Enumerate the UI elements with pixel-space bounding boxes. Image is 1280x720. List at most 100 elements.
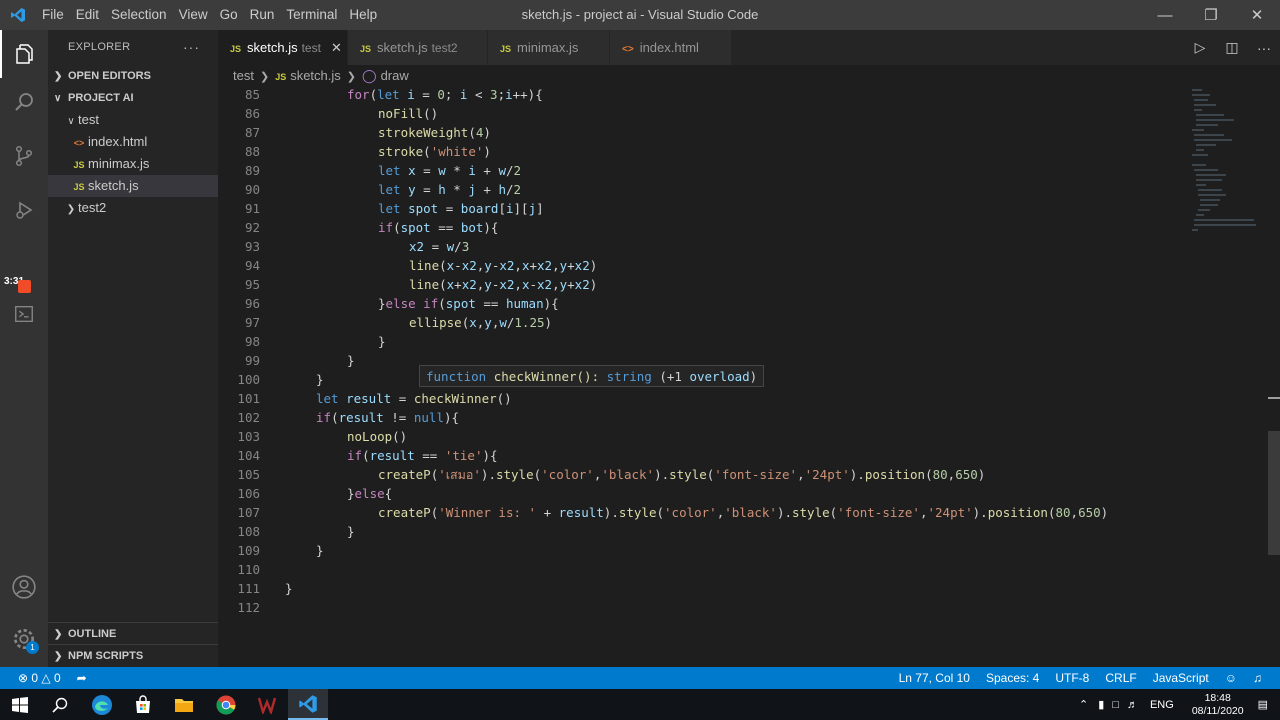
breadcrumb-symbol[interactable]: draw xyxy=(381,68,409,83)
menu-go[interactable]: Go xyxy=(214,0,244,30)
code-line: 103 noLoop() xyxy=(237,429,408,444)
file-label: minimax.js xyxy=(88,156,150,171)
menu-terminal[interactable]: Terminal xyxy=(280,0,343,30)
code-line: 94 line(x-x2,y-x2,x+x2,y+x2) xyxy=(244,258,598,273)
clock-date: 08/11/2020 xyxy=(1191,704,1244,717)
search-icon[interactable] xyxy=(0,78,48,126)
npm-scripts-section[interactable]: ❯ NPM SCRIPTS xyxy=(48,644,218,667)
store-icon[interactable] xyxy=(123,689,163,720)
notifications-bell-icon[interactable]: ♫ xyxy=(1253,667,1262,689)
activity-bar: 3:31 1 xyxy=(0,30,48,667)
folder-test-label: test xyxy=(78,112,99,127)
menu-file[interactable]: File xyxy=(36,0,70,30)
tab-index-html[interactable]: <> index.html xyxy=(610,30,732,65)
indentation[interactable]: Spaces: 4 xyxy=(986,667,1039,689)
run-icon[interactable]: ▷ xyxy=(1184,39,1216,56)
vscode-taskbar-icon[interactable] xyxy=(288,689,328,720)
code-line: 107 createP('Winner is: ' + result).style… xyxy=(237,505,1109,520)
code-editor[interactable]: 85 for(let i = 0; i < 3;i++){ 86 noFill() … xyxy=(218,87,1280,667)
breadcrumb-file[interactable]: sketch.js xyxy=(290,68,341,83)
network-icon[interactable]: □ xyxy=(1112,699,1119,711)
code-line: 95 line(x+x2,y-x2,x-x2,y+x2) xyxy=(244,277,598,292)
folder-test2[interactable]: ❯ test2 xyxy=(48,197,218,219)
title-bar: File Edit Selection View Go Run Terminal… xyxy=(0,0,1280,30)
tab-description: test xyxy=(301,41,321,55)
file-label: sketch.js xyxy=(88,178,139,193)
outline-label: OUTLINE xyxy=(68,628,117,640)
code-line: 85 for(let i = 0; i < 3;i++){ xyxy=(244,87,543,102)
feedback-icon[interactable]: ☺ xyxy=(1225,667,1237,689)
tab-label: minimax.js xyxy=(517,40,579,55)
remote-explorer-icon[interactable] xyxy=(0,290,48,338)
method-icon: ◯ xyxy=(362,68,377,83)
code-line: 87 strokeWeight(4) xyxy=(244,125,491,140)
code-line: 110 xyxy=(237,562,260,577)
restore-icon[interactable]: ❐ xyxy=(1188,0,1234,30)
encoding[interactable]: UTF-8 xyxy=(1055,667,1089,689)
live-share-icon[interactable]: ➦ xyxy=(77,667,87,689)
input-language[interactable]: ENG xyxy=(1150,699,1174,711)
close-tab-icon[interactable]: ✕ xyxy=(331,40,342,55)
notification-center-icon[interactable]: ▤ xyxy=(1258,698,1268,711)
account-icon[interactable] xyxy=(0,563,48,611)
menu-run[interactable]: Run xyxy=(244,0,281,30)
warning-count: 0 xyxy=(53,671,61,685)
tab-label: sketch.js xyxy=(377,40,428,55)
show-hidden-icons-icon[interactable]: ⌃ xyxy=(1079,698,1088,711)
file-sketch-js[interactable]: JS sketch.js xyxy=(48,175,218,197)
clock-time: 18:48 xyxy=(1204,691,1231,704)
file-explorer-icon[interactable] xyxy=(164,689,204,720)
tab-sketch-test2[interactable]: JS sketch.js test2 xyxy=(348,30,488,65)
code-line: 92 if(spot == bot){ xyxy=(244,220,499,235)
volume-icon[interactable]: ♬ xyxy=(1127,699,1138,711)
end-of-line[interactable]: CRLF xyxy=(1105,667,1136,689)
scrollbar-cursor-marker xyxy=(1268,397,1280,399)
js-file-icon: JS xyxy=(230,44,242,54)
menu-help[interactable]: Help xyxy=(343,0,383,30)
project-section[interactable]: ∨ PROJECT AI xyxy=(48,87,218,109)
file-minimax-js[interactable]: JS minimax.js xyxy=(48,153,218,175)
menu-bar: File Edit Selection View Go Run Terminal… xyxy=(36,0,383,30)
more-actions-icon[interactable]: ··· xyxy=(1248,40,1280,56)
explorer-icon[interactable] xyxy=(0,30,48,78)
file-index-html[interactable]: <> index.html xyxy=(48,131,218,153)
minimap[interactable] xyxy=(1190,87,1270,237)
source-control-icon[interactable] xyxy=(0,132,48,180)
tab-description: test2 xyxy=(431,41,458,55)
outline-section[interactable]: ❯ OUTLINE xyxy=(48,622,218,645)
npm-scripts-label: NPM SCRIPTS xyxy=(68,650,144,662)
close-window-icon[interactable]: ✕ xyxy=(1234,0,1280,30)
vertical-scrollbar[interactable] xyxy=(1268,431,1280,555)
manage-gear-icon[interactable]: 1 xyxy=(0,615,48,663)
breadcrumb: test ❯ JS sketch.js ❯ ◯ draw xyxy=(218,65,1280,87)
chevron-right-icon: ❯ xyxy=(54,629,63,640)
run-debug-icon[interactable] xyxy=(0,186,48,234)
js-file-icon: JS xyxy=(73,182,85,192)
menu-view[interactable]: View xyxy=(173,0,214,30)
minimize-icon[interactable]: — xyxy=(1142,0,1188,30)
breadcrumb-folder[interactable]: test xyxy=(233,68,254,83)
edge-browser-icon[interactable] xyxy=(82,689,122,720)
game-app-icon[interactable] xyxy=(247,689,287,720)
windows-start-icon[interactable] xyxy=(0,689,40,720)
split-editor-icon[interactable]: ◫ xyxy=(1216,39,1248,56)
code-line: 88 stroke('white') xyxy=(244,144,491,159)
menu-selection[interactable]: Selection xyxy=(105,0,173,30)
open-editors-section[interactable]: ❯ OPEN EDITORS xyxy=(48,65,218,87)
menu-edit[interactable]: Edit xyxy=(70,0,105,30)
problems-indicator[interactable]: ⊗ 0 △ 0 xyxy=(18,667,61,689)
battery-icon[interactable]: ▮ xyxy=(1098,698,1104,711)
explorer-header: EXPLORER ··· xyxy=(48,30,218,65)
editor-tabs: JS sketch.js test ✕ JS sketch.js test2 JS mini… xyxy=(218,30,1280,65)
more-actions-icon[interactable]: ··· xyxy=(183,30,200,65)
tab-minimax[interactable]: JS minimax.js xyxy=(488,30,610,65)
chevron-right-icon: ❯ xyxy=(66,204,76,215)
update-badge: 1 xyxy=(26,641,39,654)
language-mode[interactable]: JavaScript xyxy=(1153,667,1209,689)
clock[interactable]: 18:48 08/11/2020 xyxy=(1192,692,1244,718)
cursor-position[interactable]: Ln 77, Col 10 xyxy=(899,667,970,689)
tab-sketch-test[interactable]: JS sketch.js test ✕ xyxy=(218,30,348,65)
folder-test[interactable]: ∨ test xyxy=(48,109,218,131)
search-icon[interactable] xyxy=(40,689,80,720)
chrome-icon[interactable] xyxy=(206,689,246,720)
